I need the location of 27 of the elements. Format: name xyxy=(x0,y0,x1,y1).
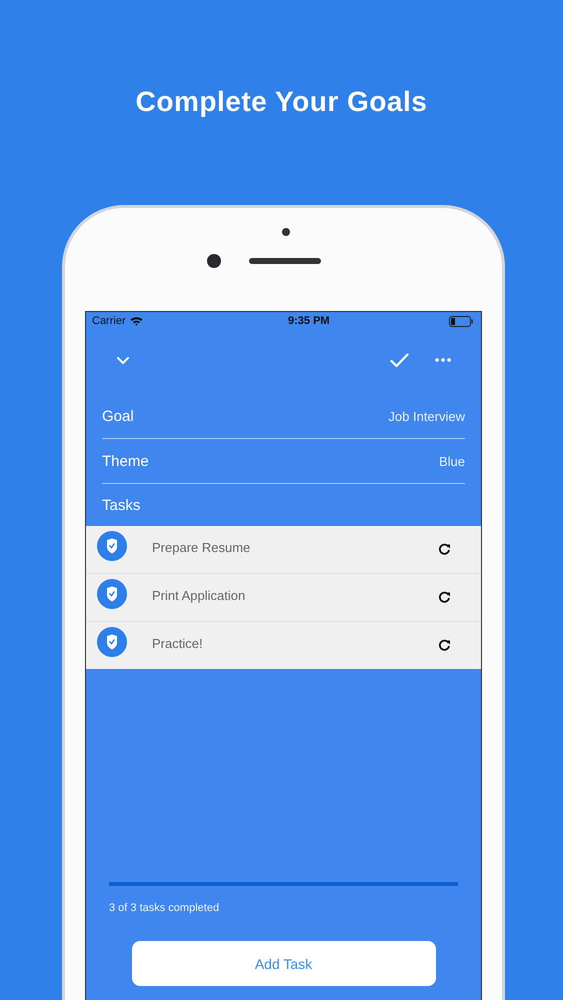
task-name: Prepare Resume xyxy=(152,540,252,555)
status-time: 9:35 PM xyxy=(288,315,330,327)
add-task-button[interactable]: Add Task xyxy=(132,941,436,986)
more-icon[interactable] xyxy=(435,358,451,362)
headline: Complete Your Goals xyxy=(134,85,428,119)
refresh-icon[interactable] xyxy=(438,591,451,604)
shield-check-icon[interactable] xyxy=(97,626,127,656)
task-name: Print Application xyxy=(152,588,246,603)
carrier-label: Carrier xyxy=(92,315,126,327)
field-value[interactable]: Job Interview xyxy=(388,408,465,424)
shield-check-icon[interactable] xyxy=(97,530,127,560)
section-label: Tasks xyxy=(102,496,140,514)
camera-icon xyxy=(207,254,221,268)
field-label: Theme xyxy=(102,452,149,470)
progress-text: 3 of 3 tasks completed xyxy=(109,902,220,914)
task-name: Practice! xyxy=(152,636,204,651)
battery-icon xyxy=(448,316,473,326)
speaker-grille xyxy=(249,258,321,264)
field-value[interactable]: Blue xyxy=(438,454,465,468)
wifi-icon xyxy=(130,316,143,326)
field-label: Goal xyxy=(102,408,134,424)
shield-check-icon[interactable] xyxy=(97,578,127,608)
checkmark-icon[interactable] xyxy=(390,352,409,368)
chevron-down-icon[interactable] xyxy=(116,356,130,364)
camera-icon xyxy=(282,228,290,236)
refresh-icon[interactable] xyxy=(438,639,451,652)
refresh-icon[interactable] xyxy=(438,543,451,556)
